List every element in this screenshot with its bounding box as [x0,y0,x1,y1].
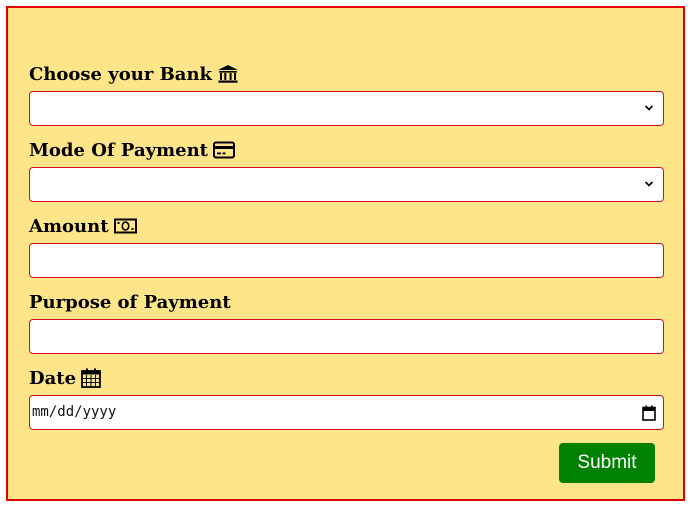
chevron-down-icon [645,181,653,187]
bank-icon [217,64,239,84]
calendar-icon [81,368,101,388]
amount-label-text: Amount [29,215,109,237]
date-label-text: Date [29,367,77,389]
purpose-input[interactable] [29,319,664,354]
date-input-placeholder: mm/dd/yyyy [32,404,117,420]
date-label: Date [29,366,664,390]
bank-field: Choose your Bank [29,62,664,126]
bank-label-text: Choose your Bank [29,63,213,85]
credit-card-icon [213,141,235,159]
payment-form: Choose your Bank Mode Of Payment Amount … [6,6,685,501]
payment-mode-select[interactable] [29,167,664,202]
money-bill-icon [113,218,137,234]
amount-input[interactable] [29,243,664,278]
date-field: Date mm/dd/yyyy [29,366,664,430]
amount-field: Amount [29,214,664,278]
payment-mode-field: Mode Of Payment [29,138,664,202]
payment-mode-label-text: Mode Of Payment [29,139,208,161]
purpose-label: Purpose of Payment [29,290,664,314]
calendar-picker-icon[interactable] [642,405,656,421]
amount-label: Amount [29,214,664,238]
submit-button[interactable]: Submit [559,443,655,483]
payment-mode-label: Mode Of Payment [29,138,664,162]
purpose-field: Purpose of Payment [29,290,664,354]
date-input[interactable]: mm/dd/yyyy [29,395,664,430]
purpose-label-text: Purpose of Payment [29,291,231,313]
chevron-down-icon [645,105,653,111]
bank-select[interactable] [29,91,664,126]
bank-label: Choose your Bank [29,62,664,86]
